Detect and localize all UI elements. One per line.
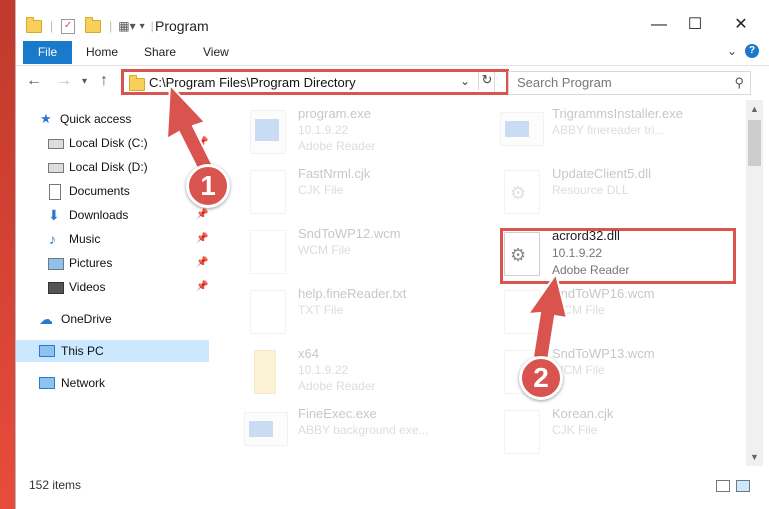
callout-2: 2 xyxy=(519,356,563,400)
arrow-1 xyxy=(165,82,216,176)
arrow-2 xyxy=(525,271,569,362)
callout-1: 1 xyxy=(186,164,230,208)
annotation-arrows xyxy=(165,82,569,362)
